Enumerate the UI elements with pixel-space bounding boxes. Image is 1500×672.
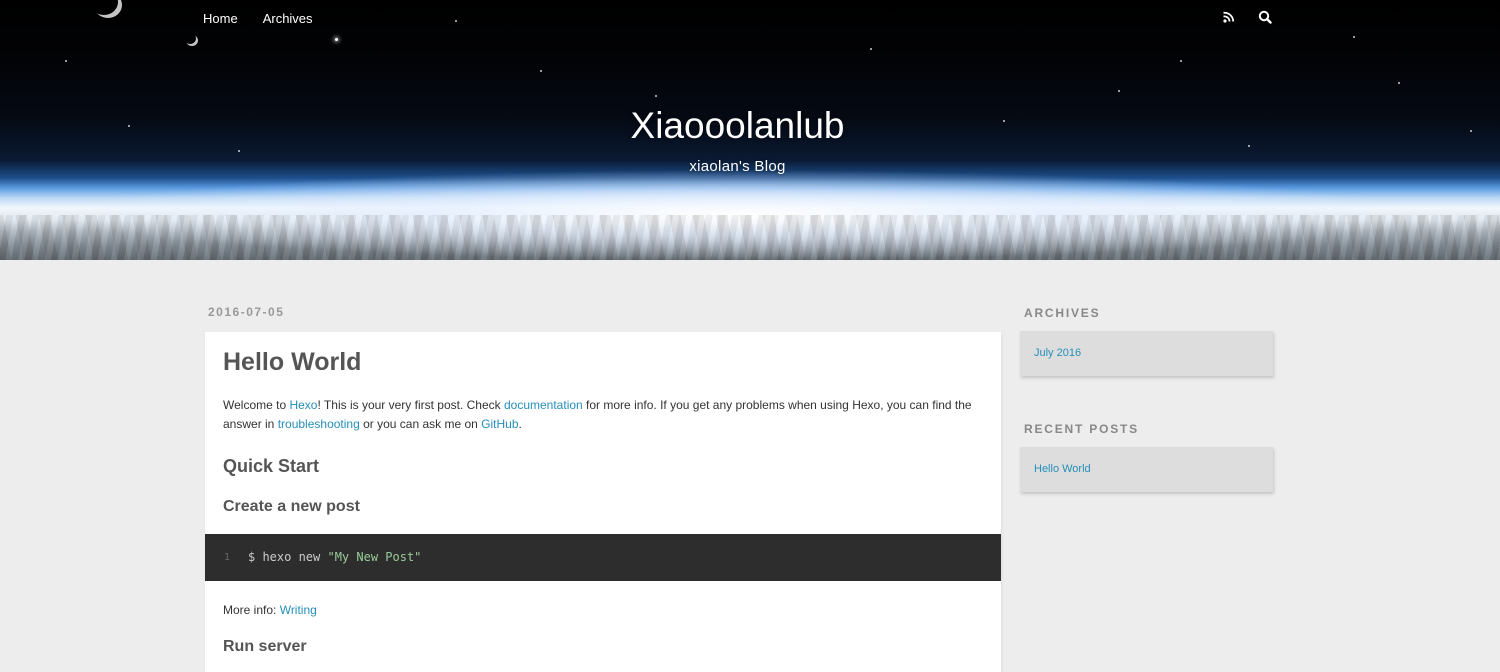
code-line-number: 1 bbox=[224, 552, 231, 563]
github-link[interactable]: GitHub bbox=[481, 417, 518, 431]
intro-text-5: . bbox=[518, 417, 522, 431]
earth-horizon-image bbox=[0, 215, 1500, 260]
article-card: Hello World Welcome to Hexo! This is you… bbox=[205, 332, 1001, 672]
archives-widget-title: ARCHIVES bbox=[1024, 306, 1101, 320]
rss-icon[interactable] bbox=[1222, 9, 1236, 25]
nav-archives-link[interactable]: Archives bbox=[263, 11, 313, 27]
intro-text-2: ! This is your very first post. Check bbox=[317, 398, 504, 412]
article-date[interactable]: 2016-07-05 bbox=[208, 305, 284, 319]
main-nav: Home Archives bbox=[203, 11, 338, 27]
nav-home-link[interactable]: Home bbox=[203, 11, 238, 27]
site-subtitle: xiaolan's Blog bbox=[689, 158, 786, 175]
documentation-link[interactable]: documentation bbox=[504, 398, 583, 412]
troubleshooting-link[interactable]: troubleshooting bbox=[278, 417, 360, 431]
code-string: "My New Post" bbox=[327, 550, 422, 564]
moon-graphic-small bbox=[186, 35, 198, 46]
moon-graphic bbox=[94, 0, 122, 18]
article-title[interactable]: Hello World bbox=[223, 347, 361, 377]
more-info-paragraph: More info: Writing bbox=[223, 603, 317, 617]
intro-text-4: or you can ask me on bbox=[359, 417, 482, 431]
code-command: $ hexo new bbox=[248, 550, 328, 564]
recent-post-link-hello-world[interactable]: Hello World bbox=[1034, 447, 1091, 492]
sub-nav bbox=[1222, 9, 1272, 25]
recent-posts-widget: Hello World bbox=[1020, 447, 1273, 492]
code-line: $ hexo new "My New Post" bbox=[248, 534, 421, 581]
writing-link[interactable]: Writing bbox=[280, 603, 317, 617]
intro-text-1: Welcome to bbox=[223, 398, 290, 412]
more-info-label: More info: bbox=[223, 603, 280, 617]
recent-posts-widget-title: RECENT POSTS bbox=[1024, 422, 1139, 436]
code-block: 1 $ hexo new "My New Post" bbox=[205, 534, 1001, 581]
site-title[interactable]: Xiaooolanlub bbox=[0, 104, 1475, 148]
site-title-area: Xiaooolanlub xiaolan's Blog bbox=[0, 104, 1475, 175]
heading-quick-start: Quick Start bbox=[223, 456, 320, 476]
archives-widget: July 2016 bbox=[1020, 331, 1273, 376]
search-icon[interactable] bbox=[1258, 9, 1272, 25]
hexo-link[interactable]: Hexo bbox=[289, 398, 317, 412]
heading-create-post: Create a new post bbox=[223, 498, 360, 515]
header-banner: Home Archives Xiaooolanlub xiaolan's Blo… bbox=[0, 0, 1500, 260]
heading-run-server: Run server bbox=[223, 638, 307, 655]
archive-link-july-2016[interactable]: July 2016 bbox=[1034, 331, 1081, 376]
article-intro-paragraph: Welcome to Hexo! This is your very first… bbox=[223, 396, 983, 434]
